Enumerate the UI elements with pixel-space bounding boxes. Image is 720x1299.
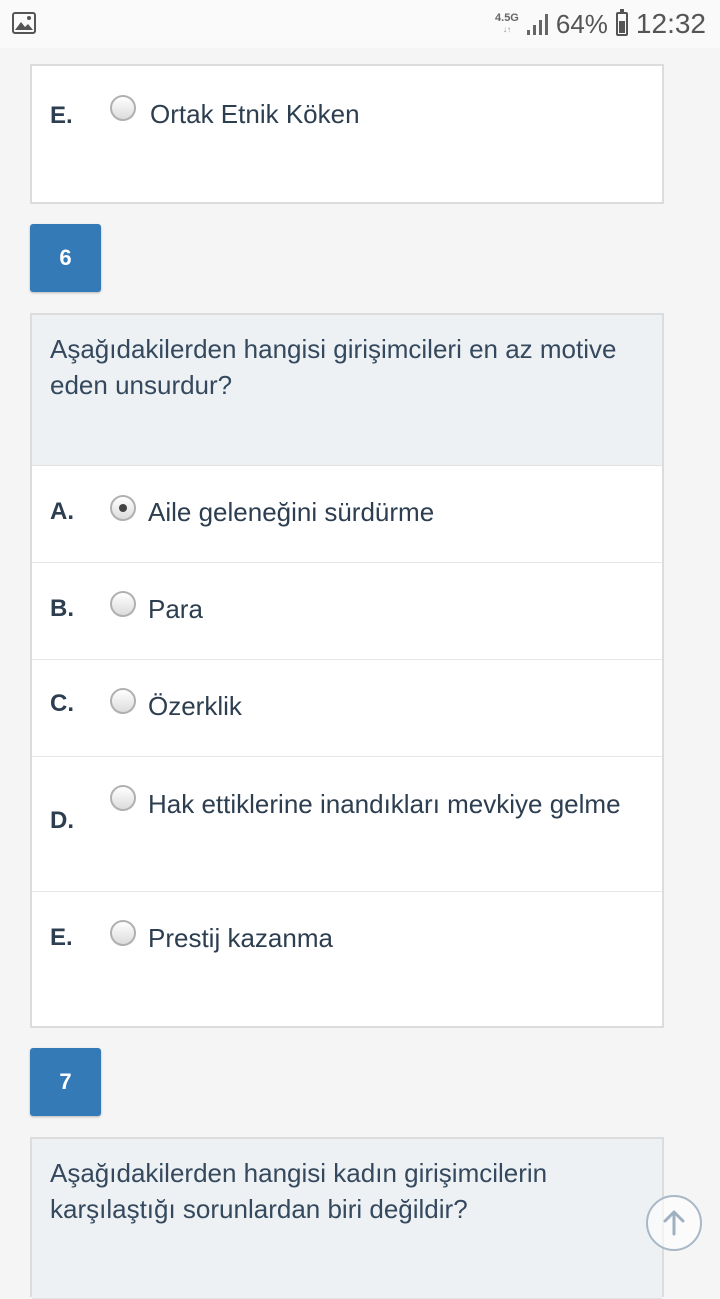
arrow-up-icon: [663, 1210, 685, 1236]
question-card: Aşağıdakilerden hangisi kadın girişimcil…: [30, 1137, 664, 1299]
option-a[interactable]: A. Aile geleneğini sürdürme: [32, 466, 662, 563]
option-text: Prestij kazanma: [148, 923, 333, 953]
radio-button[interactable]: [110, 688, 136, 714]
option-letter: E.: [50, 102, 73, 129]
network-type: 4.5G ↓↑: [495, 12, 519, 35]
option-text: Aile geleneğini sürdürme: [148, 497, 435, 527]
radio-button[interactable]: [110, 920, 136, 946]
radio-button[interactable]: [110, 95, 136, 121]
option-e[interactable]: E. Prestij kazanma: [32, 892, 662, 1026]
question-card-previous: E. Ortak Etnik Köken: [30, 64, 664, 204]
signal-icon: [526, 13, 548, 35]
option-letter: E.: [50, 924, 73, 951]
question-text: Aşağıdakilerden hangisi kadın girişimcil…: [32, 1139, 662, 1299]
option-letter: B.: [50, 595, 74, 622]
radio-button[interactable]: [110, 591, 136, 617]
clock: 12:32: [635, 8, 706, 39]
option-c[interactable]: C. Özerklik: [32, 660, 662, 757]
battery-percent: 64%: [555, 8, 608, 39]
option-letter: C.: [50, 690, 74, 717]
option-text: Hak ettiklerine inandıkları mevkiye gelm…: [148, 789, 621, 819]
option-b[interactable]: B. Para: [32, 563, 662, 660]
option-text: Ortak Etnik Köken: [150, 99, 360, 129]
option-text: Para: [148, 594, 203, 624]
question-number-badge: 7: [30, 1048, 101, 1116]
option-letter: A.: [50, 498, 74, 525]
battery-icon: [615, 9, 628, 36]
scroll-to-top-button[interactable]: [646, 1195, 702, 1251]
status-bar: 4.5G ↓↑ 64% 12:32: [0, 0, 720, 48]
question-text: Aşağıdakilerden hangisi girişimcileri en…: [32, 315, 662, 466]
option-d[interactable]: D. Hak ettiklerine inandıkları mevkiye g…: [32, 757, 662, 892]
option-e[interactable]: E. Ortak Etnik Köken: [32, 66, 662, 202]
option-text: Özerklik: [148, 691, 242, 721]
radio-button-selected[interactable]: [110, 495, 136, 521]
option-letter: D.: [50, 807, 74, 834]
question-card: Aşağıdakilerden hangisi girişimcileri en…: [30, 313, 664, 1028]
image-icon: [12, 12, 36, 39]
question-number-badge: 6: [30, 224, 101, 292]
